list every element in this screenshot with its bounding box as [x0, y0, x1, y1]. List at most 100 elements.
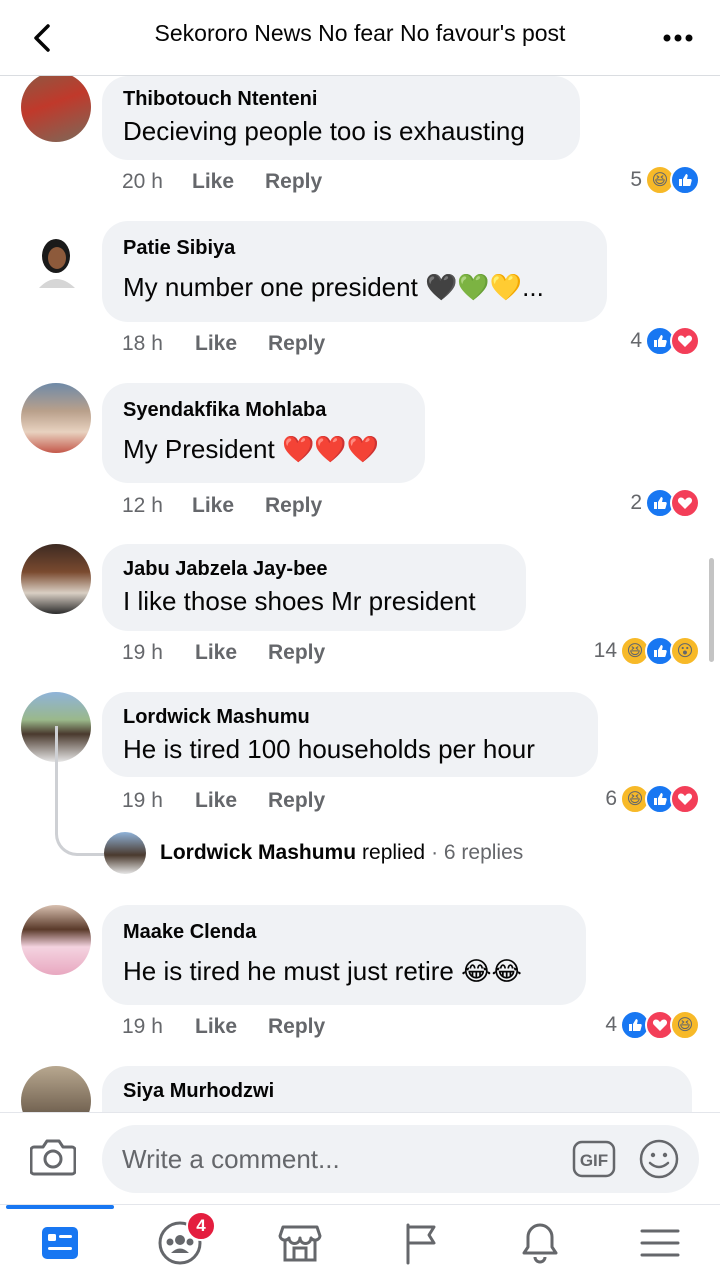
reaction-count: 2	[630, 491, 642, 514]
reactions-summary[interactable]: 2	[630, 488, 700, 518]
comment-author[interactable]: Syendakfika Mohlaba	[123, 397, 405, 423]
comment-bubble[interactable]: Maake Clenda He is tired he must just re…	[102, 905, 586, 1005]
nav-menu[interactable]	[600, 1205, 720, 1280]
gif-label: GIF	[580, 1151, 608, 1170]
avatar	[104, 832, 146, 874]
comment-bubble[interactable]: Thibotouch Ntenteni Decieving people too…	[102, 76, 580, 160]
reply-count: · 6 replies	[431, 841, 524, 864]
comment-time: 19 h	[122, 789, 163, 812]
comment-time: 18 h	[122, 332, 163, 355]
reaction-count: 14	[593, 639, 617, 662]
reply-button[interactable]: Reply	[268, 332, 325, 356]
nav-pages[interactable]	[360, 1205, 480, 1280]
comment-author[interactable]: Patie Sibiya	[123, 235, 587, 261]
gif-icon: GIF	[572, 1140, 616, 1178]
camera-button[interactable]	[29, 1137, 82, 1183]
comment-author[interactable]: Jabu Jabzela Jay-bee	[123, 556, 506, 582]
reaction-count: 5	[630, 168, 642, 191]
reactions-summary[interactable]: 6 😆	[605, 784, 700, 814]
nav-marketplace[interactable]	[240, 1205, 360, 1280]
comment-text: He is tired 100 households per hour	[123, 734, 535, 764]
avatar[interactable]	[21, 1066, 91, 1112]
like-button[interactable]: Like	[192, 170, 265, 194]
top-bar: Sekororo News No fear No favour's post	[0, 0, 720, 76]
reply-button[interactable]: Reply	[268, 641, 325, 665]
comment-composer: GIF	[0, 1112, 720, 1204]
comment-meta: 12 h Like Reply	[122, 494, 322, 518]
wow-reaction-icon: 😮	[670, 636, 700, 666]
comment-meta: 19 h Like Reply	[122, 1015, 325, 1039]
comment-input[interactable]	[122, 1125, 562, 1193]
comment-bubble[interactable]: Jabu Jabzela Jay-bee I like those shoes …	[102, 544, 526, 631]
like-reaction-icon	[670, 165, 700, 195]
reactions-summary[interactable]: 4 😆	[605, 1010, 700, 1040]
nav-groups[interactable]: 4	[120, 1205, 240, 1280]
reaction-count: 6	[605, 787, 617, 810]
more-dots-icon	[663, 34, 693, 42]
reactions-summary[interactable]: 14 😆 😮	[594, 636, 700, 666]
comment-bubble[interactable]: Siya Murhodzwi	[102, 1066, 692, 1112]
haha-reaction-icon: 😆	[670, 1010, 700, 1040]
comment-input-wrapper: GIF	[102, 1125, 699, 1193]
reply-author: Lordwick Mashumu	[160, 841, 357, 864]
avatar[interactable]	[21, 76, 91, 142]
comment-text: My number one president 🖤💚💛...	[123, 272, 544, 302]
comment-time: 12 h	[122, 494, 163, 517]
comment-meta: 19 h Like Reply	[122, 789, 325, 813]
home-news-icon	[42, 1227, 78, 1259]
avatar[interactable]	[21, 226, 91, 296]
reactions-summary[interactable]: 5 😆	[630, 165, 700, 195]
comment-meta: 18 h Like Reply	[122, 332, 325, 356]
bottom-navigation: 4	[0, 1204, 720, 1280]
camera-icon	[29, 1139, 77, 1176]
comment-author[interactable]: Maake Clenda	[123, 919, 566, 945]
gif-button[interactable]: GIF	[572, 1139, 616, 1179]
comment-meta: 20 h Like Reply	[122, 170, 322, 194]
comment-bubble[interactable]: Syendakfika Mohlaba My President ❤️❤️❤️	[102, 383, 425, 483]
notification-badge: 4	[186, 1211, 216, 1241]
reaction-count: 4	[605, 1013, 617, 1036]
smiley-icon	[639, 1139, 679, 1179]
comment-time: 19 h	[122, 1015, 163, 1038]
view-replies-link[interactable]: Lordwick Mashumu replied · 6 replies	[104, 832, 523, 874]
comment-time: 19 h	[122, 641, 163, 664]
like-button[interactable]: Like	[195, 1015, 268, 1039]
menu-icon	[640, 1229, 680, 1257]
nav-notifications[interactable]	[480, 1205, 600, 1280]
reply-thread-line	[55, 726, 105, 856]
comment-bubble[interactable]: Patie Sibiya My number one president 🖤💚💛…	[102, 221, 607, 322]
like-button[interactable]: Like	[195, 789, 268, 813]
comments-feed[interactable]: Thibotouch Ntenteni Decieving people too…	[0, 76, 720, 1112]
scrollbar[interactable]	[709, 558, 714, 662]
pages-flag-icon	[406, 1223, 436, 1265]
page-title: Sekororo News No fear No favour's post	[154, 20, 566, 46]
love-reaction-icon	[670, 784, 700, 814]
reply-button[interactable]: Reply	[268, 789, 325, 813]
reactions-summary[interactable]: 4	[630, 326, 700, 356]
comment-meta: 19 h Like Reply	[122, 641, 325, 665]
comment-bubble[interactable]: Lordwick Mashumu He is tired 100 househo…	[102, 692, 598, 777]
notifications-bell-icon	[522, 1223, 558, 1264]
reply-button[interactable]: Reply	[265, 170, 322, 194]
avatar[interactable]	[21, 544, 91, 614]
nav-home[interactable]	[0, 1205, 120, 1280]
reply-button[interactable]: Reply	[268, 1015, 325, 1039]
reply-button[interactable]: Reply	[265, 494, 322, 518]
like-button[interactable]: Like	[192, 494, 265, 518]
comment-text: My President ❤️❤️❤️	[123, 434, 380, 464]
comment-author[interactable]: Thibotouch Ntenteni	[123, 86, 560, 112]
like-button[interactable]: Like	[195, 641, 268, 665]
comment-time: 20 h	[122, 170, 163, 193]
love-reaction-icon	[670, 488, 700, 518]
more-options-button[interactable]	[658, 18, 698, 58]
avatar[interactable]	[21, 383, 91, 453]
reply-action: replied	[362, 841, 426, 864]
avatar[interactable]	[21, 905, 91, 975]
love-reaction-icon	[670, 326, 700, 356]
comment-text: I like those shoes Mr president	[123, 586, 476, 616]
emoji-button[interactable]	[637, 1137, 681, 1181]
comment-author[interactable]: Lordwick Mashumu	[123, 704, 578, 730]
like-button[interactable]: Like	[195, 332, 268, 356]
comment-author[interactable]: Siya Murhodzwi	[123, 1078, 672, 1104]
comment-text: He is tired he must just retire 😂😂	[123, 956, 522, 986]
